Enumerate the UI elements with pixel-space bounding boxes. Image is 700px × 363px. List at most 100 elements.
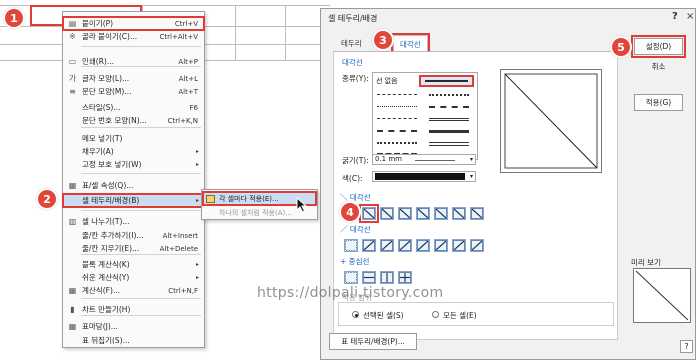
context-menu-item[interactable]: ▦ 표마당(J)... bbox=[63, 320, 204, 333]
menu-item-label: 메모 넣기(T) bbox=[82, 134, 123, 143]
color-swatch bbox=[375, 173, 465, 180]
step-marker-4: 4 bbox=[339, 201, 361, 223]
context-menu-item[interactable]: 스타일(S)... F6 bbox=[63, 101, 204, 114]
context-menu-item[interactable]: 고정 보호 넣기(W) ▸ bbox=[63, 158, 204, 171]
context-menu-item[interactable]: ※ 골라 붙이기(C)... Ctrl+Alt+V bbox=[63, 30, 204, 43]
context-menu-item[interactable]: 문단 번호 모양(N)... Ctrl+K,N bbox=[63, 114, 204, 127]
color-select[interactable]: ▾ bbox=[372, 171, 476, 182]
context-menu-item[interactable]: ▦ 계산식(F)... Ctrl+N,F bbox=[63, 284, 204, 297]
context-menu-item[interactable]: 메모 넣기(T) bbox=[63, 132, 204, 145]
step-marker-5: 5 bbox=[610, 36, 632, 58]
table-col-line bbox=[235, 5, 236, 60]
preview-label: 미리 보기 bbox=[631, 258, 661, 267]
line-type-option[interactable] bbox=[377, 142, 417, 144]
menu-item-icon-slot bbox=[67, 244, 78, 253]
line-type-option[interactable] bbox=[429, 142, 469, 146]
backslash-diagonal-option-7-icon[interactable] bbox=[470, 207, 484, 220]
context-menu-item[interactable]: 가 글자 모양(L)... Alt+L bbox=[63, 72, 204, 85]
chevron-right-icon: ▸ bbox=[195, 261, 199, 268]
context-menu-item[interactable]: ▥ 셀 나누기(T)... bbox=[63, 215, 204, 228]
center-line-vertical-icon[interactable] bbox=[380, 271, 394, 284]
slash-diagonal-option-4-icon[interactable] bbox=[416, 239, 430, 252]
no-center-line-icon[interactable] bbox=[344, 271, 358, 284]
menu-item-icon-slot bbox=[67, 196, 78, 205]
mini-preview bbox=[633, 268, 691, 323]
line-type-none[interactable]: 선 없음 bbox=[376, 76, 398, 86]
line-type-option[interactable] bbox=[377, 106, 417, 107]
menu-item-label: 골라 붙이기(C)... bbox=[82, 32, 138, 41]
menu-separator bbox=[81, 46, 201, 47]
line-type-list[interactable]: 선 없음 bbox=[372, 72, 478, 160]
line-type-option[interactable] bbox=[429, 118, 469, 121]
slash-diagonal-option-1-icon[interactable] bbox=[362, 239, 376, 252]
radio-selected-cells[interactable] bbox=[352, 311, 359, 318]
type-label: 종류(Y): bbox=[342, 74, 369, 83]
menu-item-label: 줄/칸 추가하기(I)... bbox=[82, 231, 144, 240]
context-menu-item[interactable]: 셀 테두리/배경(B) ▸ bbox=[62, 193, 205, 208]
context-menu-item[interactable]: ▦ 표/셀 속성(Q)... bbox=[63, 179, 204, 192]
table-border-background-button[interactable]: 표 테두리/배경(P)... bbox=[329, 333, 417, 350]
menu-item-icon-slot bbox=[67, 260, 78, 269]
thickness-value: 0.1 mm bbox=[375, 155, 402, 163]
apply-button[interactable]: 적용(G) bbox=[634, 94, 683, 111]
no-slash-diagonal-icon[interactable] bbox=[344, 239, 358, 252]
menu-separator bbox=[81, 210, 201, 211]
line-type-option[interactable] bbox=[429, 106, 469, 108]
backslash-diagonal-option-1-icon[interactable] bbox=[359, 204, 379, 223]
tab-border[interactable]: 테두리 bbox=[335, 35, 368, 52]
backslash-diagonal-option-3-icon[interactable] bbox=[398, 207, 412, 220]
menu-item-icon-slot bbox=[67, 273, 78, 282]
line-type-option[interactable] bbox=[377, 94, 417, 95]
menu-separator bbox=[81, 66, 201, 67]
context-menu-item[interactable]: 블록 계산식(K) ▸ bbox=[63, 258, 204, 271]
slash-diagonal-group-title: ／ 대각선 bbox=[340, 225, 371, 234]
center-line-cross-icon[interactable] bbox=[398, 271, 412, 284]
step-marker-2: 2 bbox=[36, 188, 58, 210]
context-menu-item[interactable]: 줄/칸 추가하기(I)... Alt+Insert bbox=[63, 229, 204, 242]
menu-item-label: 계산식(F)... bbox=[82, 286, 121, 295]
slash-diagonal-option-3-icon[interactable] bbox=[398, 239, 412, 252]
context-menu-item[interactable]: ▤ 붙이기(P) Ctrl+V bbox=[62, 16, 205, 31]
center-line-horizontal-icon[interactable] bbox=[362, 271, 376, 284]
backslash-diagonal-option-4-icon[interactable] bbox=[416, 207, 430, 220]
help-box[interactable]: ? bbox=[680, 340, 693, 353]
section-diagonal-title: 대각선 bbox=[342, 58, 363, 67]
context-menu-item[interactable]: 쉬운 계산식(Y) ▸ bbox=[63, 271, 204, 284]
chart-icon: ▮ bbox=[70, 305, 75, 314]
cancel-button[interactable]: 취소 bbox=[634, 58, 683, 75]
menu-item-shortcut: Ctrl+K,N bbox=[167, 116, 198, 125]
menu-item-label: 채우기(A) bbox=[82, 147, 114, 156]
radio-all-cells-label: 모든 셀(E) bbox=[443, 311, 477, 320]
step-marker-3: 3 bbox=[372, 29, 394, 51]
radio-all-cells[interactable] bbox=[432, 311, 439, 318]
chevron-right-icon: ▸ bbox=[195, 274, 199, 281]
backslash-diagonal-option-6-icon[interactable] bbox=[452, 207, 466, 220]
context-menu-item[interactable]: 채우기(A) ▸ bbox=[63, 145, 204, 158]
menu-item-label: 셀 테두리/배경(B) bbox=[82, 196, 140, 205]
slash-diagonal-option-6-icon[interactable] bbox=[452, 239, 466, 252]
color-label: 색(C): bbox=[342, 174, 363, 183]
mouse-cursor-icon bbox=[296, 197, 308, 213]
step-marker-1: 1 bbox=[3, 7, 25, 29]
slash-diagonal-option-5-icon[interactable] bbox=[434, 239, 448, 252]
line-type-option[interactable] bbox=[377, 130, 417, 132]
line-type-option[interactable] bbox=[377, 118, 417, 119]
context-menu-item[interactable]: ≡ 문단 모양(M)... Alt+T bbox=[63, 85, 204, 98]
cell-each-icon bbox=[206, 194, 215, 203]
ok-button[interactable]: 설정(D) bbox=[631, 35, 686, 58]
line-type-option[interactable] bbox=[429, 130, 469, 133]
menu-item-label: 스타일(S)... bbox=[82, 103, 121, 112]
table-props-icon: ▦ bbox=[68, 181, 77, 190]
slash-diagonal-option-2-icon[interactable] bbox=[380, 239, 394, 252]
context-menu-item[interactable]: 표 뒤집기(S)... bbox=[63, 334, 204, 347]
close-button[interactable]: × bbox=[686, 11, 694, 22]
slash-diagonal-option-7-icon[interactable] bbox=[470, 239, 484, 252]
backslash-diagonal-option-5-icon[interactable] bbox=[434, 207, 448, 220]
backslash-diagonal-option-2-icon[interactable] bbox=[380, 207, 394, 220]
help-button[interactable]: ? bbox=[672, 11, 678, 22]
tab-diagonal[interactable]: 대각선 bbox=[391, 33, 430, 54]
thickness-select[interactable]: 0.1 mm ▾ bbox=[372, 154, 476, 165]
menu-item-label: 셀 나누기(T)... bbox=[82, 217, 130, 226]
line-type-option[interactable] bbox=[429, 94, 469, 96]
line-type-selected[interactable] bbox=[419, 75, 474, 87]
